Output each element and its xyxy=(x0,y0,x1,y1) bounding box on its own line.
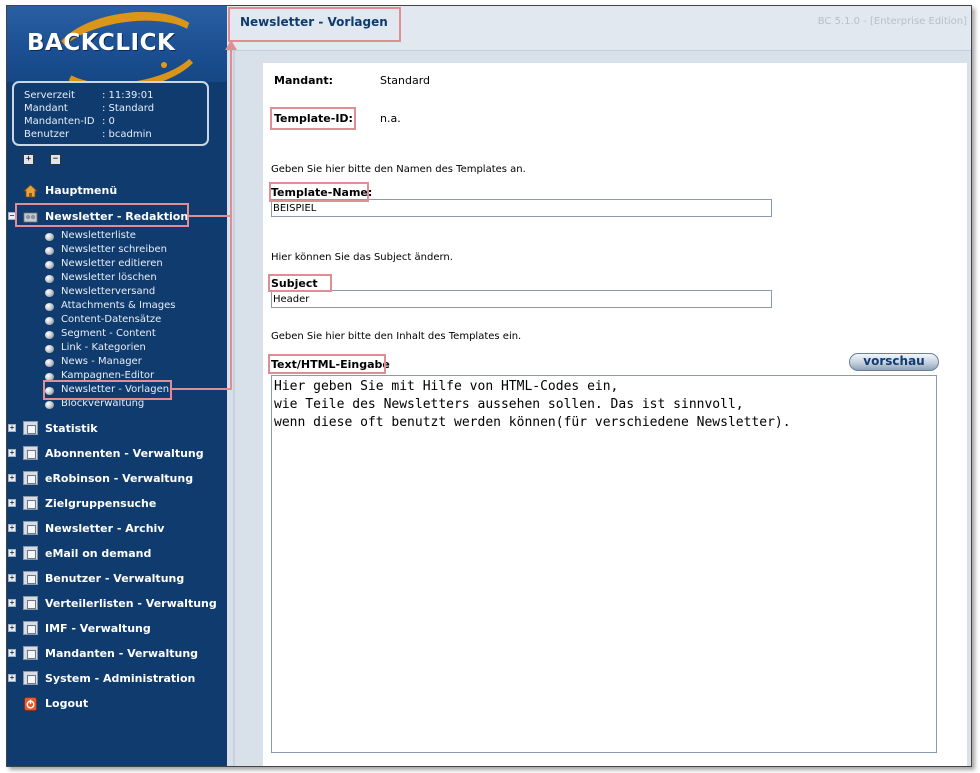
content-textarea[interactable] xyxy=(271,375,937,753)
folder-icon xyxy=(23,596,38,610)
menu-item-imf-verwaltung[interactable]: + IMF - Verwaltung xyxy=(7,619,227,639)
menu-item-statistik[interactable]: + Statistik xyxy=(7,419,227,439)
submenu-newsletterliste[interactable]: Newsletterliste xyxy=(45,230,225,244)
folder-icon xyxy=(23,671,38,685)
menu-item-erobinson-verwaltung[interactable]: + eRobinson - Verwaltung xyxy=(7,469,227,489)
menu-item-abonnenten-verwaltung[interactable]: + Abonnenten - Verwaltung xyxy=(7,444,227,464)
menu-item-benutzer-verwaltung[interactable]: + Benutzer - Verwaltung xyxy=(7,569,227,589)
bullet-icon xyxy=(45,345,54,353)
folder-icon xyxy=(23,521,38,535)
logo-dot xyxy=(161,62,167,68)
folder-icon xyxy=(23,496,38,510)
collapse-all-button[interactable]: − xyxy=(50,154,61,165)
expand-icon[interactable]: + xyxy=(8,424,16,432)
bullet-icon xyxy=(45,289,54,297)
submenu-content-datensaetze[interactable]: Content-Datensätze xyxy=(45,314,225,328)
version-label: BC 5.1.0 - [Enterprise Edition] xyxy=(817,16,967,27)
expand-icon[interactable]: + xyxy=(8,599,16,607)
menu-item-email-on-demand[interactable]: + eMail on demand xyxy=(7,544,227,564)
expand-all-button[interactable]: + xyxy=(23,154,34,165)
logo: BACKCLICK xyxy=(27,30,176,56)
highlight-page-title xyxy=(228,7,401,42)
content-separator xyxy=(233,50,235,766)
menu-item-home[interactable]: Hauptmenü xyxy=(7,181,227,201)
submenu-newsletterversand[interactable]: Newsletterversand xyxy=(45,286,225,300)
menu-item-label: Logout xyxy=(45,697,89,710)
bullet-icon xyxy=(45,317,54,325)
menu-item-label: Hauptmenü xyxy=(45,184,118,197)
bullet-icon xyxy=(45,401,54,409)
mandant-label: Mandant: xyxy=(274,74,333,87)
subject-input[interactable] xyxy=(271,290,772,308)
power-icon xyxy=(23,696,38,711)
expand-icon[interactable]: + xyxy=(8,474,16,482)
folder-icon xyxy=(23,546,38,560)
expand-icon[interactable]: + xyxy=(8,574,16,582)
content-hint: Geben Sie hier bitte den Inhalt des Temp… xyxy=(271,331,522,342)
app-window: BACKCLICK Serverzeit: 11:39:01 Mandant: … xyxy=(6,5,972,767)
submenu-newsletter-schreiben[interactable]: Newsletter schreiben xyxy=(45,244,225,258)
preview-button[interactable]: vorschau xyxy=(849,353,939,371)
bullet-icon xyxy=(45,331,54,339)
logo-area: BACKCLICK xyxy=(7,6,227,100)
folder-icon xyxy=(23,421,38,435)
highlight-content-label xyxy=(268,354,386,374)
highlight-subject xyxy=(268,274,332,292)
bullet-icon xyxy=(45,247,54,255)
bullet-icon xyxy=(45,359,54,367)
submenu-link-kategorien[interactable]: Link - Kategorien xyxy=(45,342,225,356)
arrow-up-icon xyxy=(225,40,237,50)
template-id-value: n.a. xyxy=(380,112,401,125)
bullet-icon xyxy=(45,233,54,241)
submenu-newsletter-editieren[interactable]: Newsletter editieren xyxy=(45,258,225,272)
highlight-template-id xyxy=(270,107,356,130)
connector-line xyxy=(230,46,232,390)
info-row-server-time: Serverzeit: 11:39:01 xyxy=(24,90,154,101)
submenu-blockverwaltung[interactable]: Blockverwaltung xyxy=(45,398,225,412)
home-icon xyxy=(22,183,39,198)
info-row-user: Benutzer: bcadmin xyxy=(24,129,152,140)
submenu-news-manager[interactable]: News - Manager xyxy=(45,356,225,370)
menu-item-verteilerlisten-verwaltung[interactable]: + Verteilerlisten - Verwaltung xyxy=(7,594,227,614)
expand-icon[interactable]: + xyxy=(8,624,16,632)
expand-icon[interactable]: + xyxy=(8,549,16,557)
submenu-attachments-images[interactable]: Attachments & Images xyxy=(45,300,225,314)
expand-icon[interactable]: + xyxy=(8,449,16,457)
connector-line xyxy=(189,215,230,217)
expand-icon[interactable]: + xyxy=(8,674,16,682)
highlight-template-name xyxy=(269,182,369,202)
highlight-menu-redaktion xyxy=(15,203,189,227)
folder-icon xyxy=(23,646,38,660)
folder-icon xyxy=(23,471,38,485)
menu-item-newsletter-archiv[interactable]: + Newsletter - Archiv xyxy=(7,519,227,539)
menu-item-logout[interactable]: Logout xyxy=(7,694,227,714)
folder-icon xyxy=(23,446,38,460)
expand-icon[interactable]: + xyxy=(8,524,16,532)
bullet-icon xyxy=(45,275,54,283)
highlight-menu-vorlagen xyxy=(43,380,172,400)
info-row-mandant: Mandant: Standard xyxy=(24,103,155,114)
bullet-icon xyxy=(45,261,54,269)
folder-icon xyxy=(23,621,38,635)
expand-icon[interactable]: + xyxy=(8,649,16,657)
menu-item-system-administration[interactable]: + System - Administration xyxy=(7,669,227,689)
submenu-newsletter-loeschen[interactable]: Newsletter löschen xyxy=(45,272,225,286)
subject-hint: Hier können Sie das Subject ändern. xyxy=(271,252,453,263)
folder-icon xyxy=(23,571,38,585)
submenu-segment-content[interactable]: Segment - Content xyxy=(45,328,225,342)
mandant-value: Standard xyxy=(380,74,431,87)
menu-item-mandanten-verwaltung[interactable]: + Mandanten - Verwaltung xyxy=(7,644,227,664)
bullet-icon xyxy=(45,303,54,311)
menu-item-zielgruppensuche[interactable]: + Zielgruppensuche xyxy=(7,494,227,514)
template-name-hint: Geben Sie hier bitte den Namen des Templ… xyxy=(271,164,526,175)
info-row-mandant-id: Mandanten-ID: 0 xyxy=(24,116,115,127)
connector-line xyxy=(172,388,232,390)
expand-icon[interactable]: + xyxy=(8,499,16,507)
